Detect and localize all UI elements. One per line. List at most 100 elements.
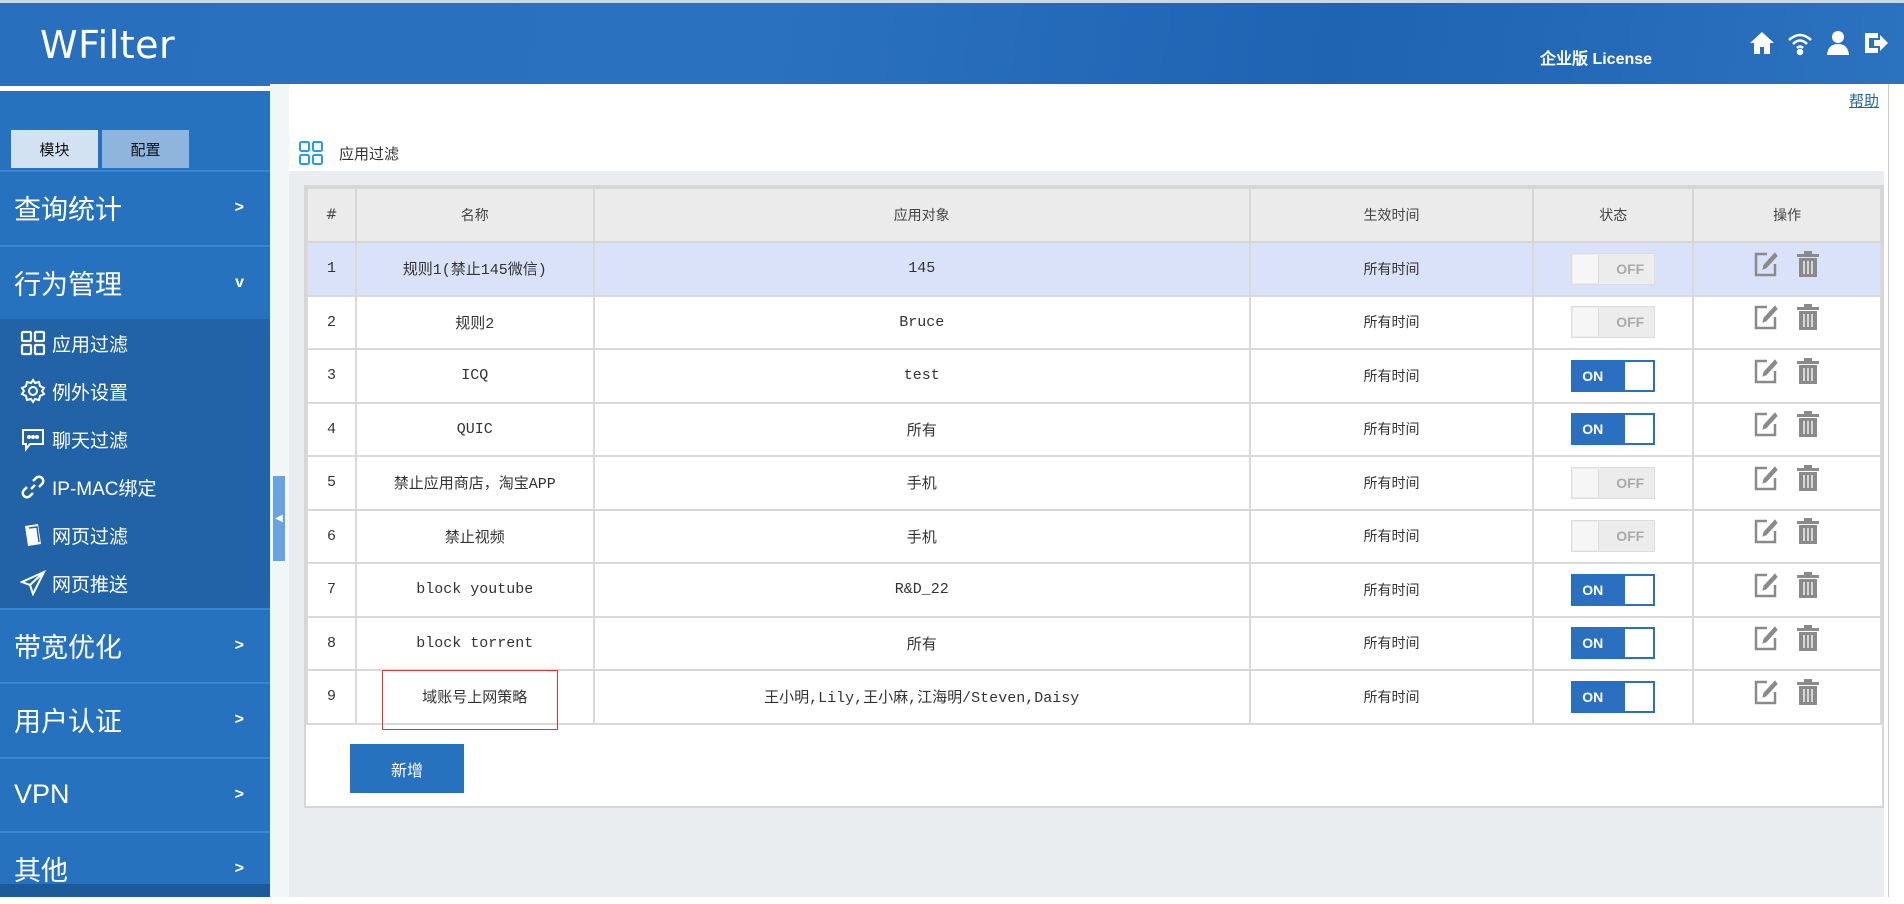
chevron-right-icon: > <box>234 785 244 803</box>
row-index: 1 <box>306 241 357 297</box>
edit-icon[interactable] <box>1753 517 1779 545</box>
menu-vpn[interactable]: VPN > <box>0 757 270 830</box>
status-toggle[interactable]: ON <box>1571 359 1656 392</box>
page-title-text: 应用过滤 <box>339 145 400 163</box>
status-toggle[interactable]: ON <box>1571 627 1656 660</box>
edit-icon[interactable] <box>1753 250 1779 278</box>
row-target: test <box>592 348 1251 404</box>
status-toggle[interactable]: OFF <box>1571 252 1656 285</box>
table-row[interactable]: 8 block torrent 所有 所有时间 ON <box>306 615 1882 671</box>
status-toggle[interactable]: OFF <box>1571 306 1656 339</box>
row-time: 所有时间 <box>1248 669 1535 725</box>
status-toggle[interactable]: OFF <box>1571 520 1656 553</box>
sidebar-item-app-filter[interactable]: 应用过滤 <box>0 319 270 367</box>
table-row[interactable]: 2 规则2 Bruce 所有时间 OFF <box>306 294 1882 350</box>
trash-icon[interactable] <box>1795 517 1821 545</box>
row-index: 6 <box>306 508 357 564</box>
status-toggle[interactable]: OFF <box>1571 466 1656 499</box>
row-time: 所有时间 <box>1248 241 1535 297</box>
menu-behavior-management[interactable]: 行为管理 v <box>0 245 270 318</box>
toggle-label: ON <box>1582 581 1604 598</box>
table-row[interactable]: 9 域账号上网策略 王小明,Lily,王小麻,江海明/Steven,Daisy … <box>306 669 1882 725</box>
toggle-knob <box>1573 254 1600 283</box>
menu-user-auth[interactable]: 用户认证 > <box>0 682 270 755</box>
toggle-knob <box>1625 575 1654 604</box>
sidebar-item-web-filter[interactable]: 网页过滤 <box>0 511 270 559</box>
row-time: 所有时间 <box>1248 401 1535 457</box>
chat-icon <box>22 429 44 452</box>
col-header-index: # <box>306 187 357 243</box>
sidebar-item-chat-filter[interactable]: 聊天过滤 <box>0 415 270 463</box>
col-header-status: 状态 <box>1532 187 1695 243</box>
status-toggle[interactable]: ON <box>1571 413 1656 446</box>
status-toggle[interactable]: ON <box>1571 680 1656 713</box>
table-row[interactable]: 6 禁止视频 手机 所有时间 OFF <box>306 508 1882 564</box>
trash-icon[interactable] <box>1795 464 1821 492</box>
toggle-knob <box>1573 308 1600 337</box>
toggle-knob <box>1625 629 1654 658</box>
edit-icon[interactable] <box>1753 678 1779 706</box>
trash-icon[interactable] <box>1795 303 1821 331</box>
menu-query-stats[interactable]: 查询统计 > <box>0 170 270 243</box>
user-icon[interactable] <box>1824 29 1852 57</box>
collapse-sidebar-handle[interactable]: ◀ <box>273 476 285 561</box>
toggle-label: ON <box>1582 688 1604 705</box>
table-row[interactable]: 1 规则1(禁止145微信) 145 所有时间 OFF <box>306 241 1882 297</box>
row-name: 禁止应用商店，淘宝APP <box>354 455 595 511</box>
scrollbar[interactable] <box>1888 84 1904 897</box>
rules-table: # 名称 应用对象 生效时间 状态 操作 1 规则1(禁止145微信) 145 … <box>306 187 1882 725</box>
status-toggle[interactable]: ON <box>1571 573 1656 606</box>
row-target: 所有 <box>592 615 1251 671</box>
tab-modules[interactable]: 模块 <box>11 130 98 168</box>
home-icon[interactable] <box>1748 29 1776 57</box>
col-header-actions: 操作 <box>1692 187 1882 243</box>
add-rule-button[interactable]: 新增 <box>350 744 464 793</box>
logo: WFilter <box>40 23 176 67</box>
trash-icon[interactable] <box>1795 357 1821 385</box>
trash-icon[interactable] <box>1795 571 1821 599</box>
row-target: 手机 <box>592 508 1251 564</box>
row-name: ICQ <box>354 348 595 404</box>
table-row[interactable]: 3 ICQ test 所有时间 ON <box>306 348 1882 404</box>
edit-icon[interactable] <box>1753 464 1779 492</box>
help-link[interactable]: 帮助 <box>1849 90 1879 111</box>
menu-label: 其他 <box>14 856 68 886</box>
row-index: 7 <box>306 562 357 618</box>
menu-bandwidth[interactable]: 带宽优化 > <box>0 608 270 681</box>
row-index: 8 <box>306 615 357 671</box>
sidebar-item-web-push[interactable]: 网页推送 <box>0 559 270 607</box>
trash-icon[interactable] <box>1795 678 1821 706</box>
sidebar-footer <box>0 884 270 897</box>
sidebar-item-label: 聊天过滤 <box>52 430 129 452</box>
row-index: 4 <box>306 401 357 457</box>
sidebar-item-ip-mac-binding[interactable]: IP-MAC绑定 <box>0 463 270 511</box>
sidebar: 模块 配置 查询统计 > 行为管理 v 应用过滤 例外设置 聊天过滤 IP-MAC绑… <box>0 84 270 897</box>
menu-label: 行为管理 <box>14 270 122 300</box>
page-icon <box>25 524 41 546</box>
table-row[interactable]: 7 block youtube R&D_22 所有时间 ON <box>306 562 1882 618</box>
send-icon <box>20 570 46 596</box>
sidebar-item-exceptions[interactable]: 例外设置 <box>0 367 270 415</box>
toggle-knob <box>1573 468 1600 497</box>
toggle-knob <box>1625 682 1654 711</box>
chevron-down-icon: v <box>235 273 244 291</box>
trash-icon[interactable] <box>1795 410 1821 438</box>
toggle-label: OFF <box>1616 314 1645 331</box>
toggle-label: OFF <box>1616 528 1645 545</box>
edit-icon[interactable] <box>1753 624 1779 652</box>
toggle-knob <box>1625 361 1654 390</box>
table-row[interactable]: 5 禁止应用商店，淘宝APP 手机 所有时间 OFF <box>306 455 1882 511</box>
row-index: 3 <box>306 348 357 404</box>
edit-icon[interactable] <box>1753 410 1779 438</box>
tab-config[interactable]: 配置 <box>102 130 189 168</box>
edit-icon[interactable] <box>1753 303 1779 331</box>
toggle-label: ON <box>1582 635 1604 652</box>
trash-icon[interactable] <box>1795 624 1821 652</box>
edit-icon[interactable] <box>1753 571 1779 599</box>
wifi-icon[interactable] <box>1786 29 1814 57</box>
logout-icon[interactable] <box>1862 29 1890 57</box>
trash-icon[interactable] <box>1795 250 1821 278</box>
table-row[interactable]: 4 QUIC 所有 所有时间 ON <box>306 401 1882 457</box>
chevron-right-icon: > <box>234 710 244 728</box>
edit-icon[interactable] <box>1753 357 1779 385</box>
